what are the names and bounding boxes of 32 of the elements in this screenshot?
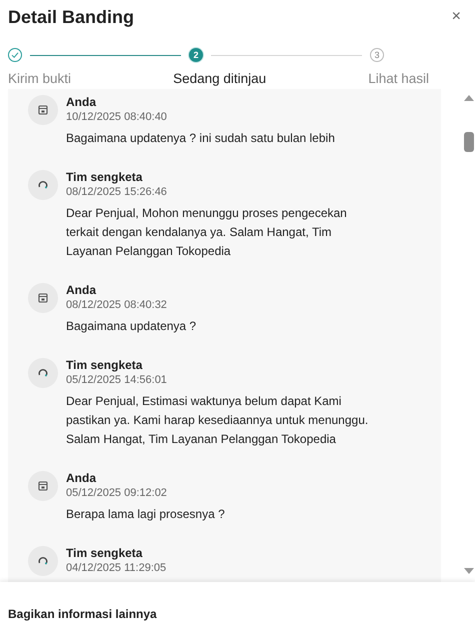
headset-icon xyxy=(28,546,58,576)
message-time: 04/12/2025 11:29:05 xyxy=(66,561,166,576)
close-button[interactable]: × xyxy=(450,8,463,26)
message-text: Bagaimana updatenya ? xyxy=(66,318,196,335)
sender-name: Tim sengketa xyxy=(66,546,142,561)
message-text: Bagaimana updatenya ? ini sudah satu bulan lebih xyxy=(66,130,335,147)
headset-icon xyxy=(28,170,58,200)
message-time: 10/12/2025 08:40:40 xyxy=(66,110,167,125)
sender-name: Anda xyxy=(66,471,96,486)
store-icon xyxy=(28,95,58,125)
sender-name: Anda xyxy=(66,95,96,110)
step-number: 2 xyxy=(189,48,203,62)
step-number: 3 xyxy=(370,48,384,62)
step-label: Lihat hasil xyxy=(368,71,429,86)
store-icon xyxy=(28,283,58,313)
message-time: 08/12/2025 08:40:32 xyxy=(66,298,167,313)
message-text: Berapa lama lagi prosesnya ? xyxy=(66,506,225,523)
dialog-title: Detail Banding xyxy=(8,6,134,28)
store-icon xyxy=(28,471,58,501)
sender-name: Tim sengketa xyxy=(66,170,142,185)
step-label: Sedang ditinjau xyxy=(173,71,266,86)
section-heading: Bagikan informasi lainnya xyxy=(8,607,157,621)
headset-icon xyxy=(28,358,58,388)
step-label: Kirim bukti xyxy=(8,71,72,86)
sender-name: Anda xyxy=(66,283,96,298)
message-text: Dear Penjual, Estimasi waktunya belum dapat Kami pastikan ya. Kami harap kesediaannya untuk menunggu. Salam Hangat, Tim Layanan Pelanggan Tokopedia xyxy=(66,393,370,448)
check-icon xyxy=(8,48,22,62)
sender-name: Tim sengketa xyxy=(66,358,142,373)
message-text: Dear Penjual, Mohon menunggu proses pengecekan terkait dengan kendalanya ya. Salam Hangat, Tim Layanan Pelanggan Tokopedia xyxy=(66,205,348,260)
message-time: 08/12/2025 15:26:46 xyxy=(66,185,167,200)
message-time: 05/12/2025 09:12:02 xyxy=(66,486,167,501)
message-time: 05/12/2025 14:56:01 xyxy=(66,373,167,388)
